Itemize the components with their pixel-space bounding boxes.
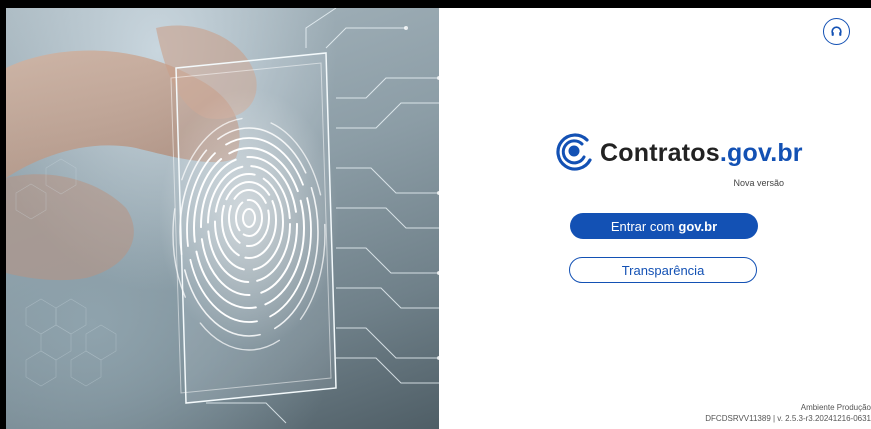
version-label: DFCDSRVV11389 | v. 2.5.3-r3.20241216-063… [705,414,871,423]
brand-name: Contratos.gov.br [600,139,803,168]
brand-subtitle: Nova versão [733,178,784,188]
login-page: Contratos.gov.br Nova versão Entrar com … [6,8,871,429]
headset-icon [831,26,842,36]
hero-image [6,8,439,429]
contratos-logo-icon [556,133,592,171]
login-button-prefix: Entrar com [610,218,675,234]
brand-name-prefix: Contratos [600,139,720,167]
brand-name-domain: .gov.br [719,139,803,167]
login-button-bold: gov.br [678,218,718,234]
footer: Ambiente Produção DFCDSRVV11389 | v. 2.5… [705,402,871,424]
brand-logo: Contratos.gov.br Nova versão [554,132,803,192]
transparency-button[interactable]: Transparência [569,257,757,283]
transparency-button-label: Transparência [621,262,705,278]
support-button[interactable] [823,18,850,45]
login-govbr-button[interactable]: Entrar com gov.br [570,213,758,239]
fingerprint-illustration [6,8,439,424]
environment-label: Ambiente Produção [800,403,871,412]
